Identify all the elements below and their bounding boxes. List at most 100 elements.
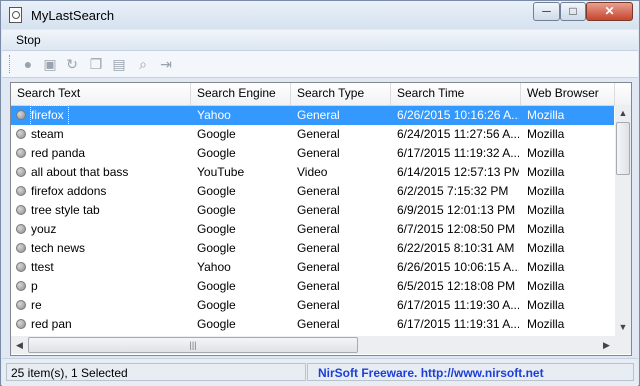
cell-search-engine: Google bbox=[197, 127, 236, 141]
cell-search-time: 6/22/2015 8:10:31 AM bbox=[397, 241, 515, 255]
status-item-count: 25 item(s), 1 Selected bbox=[6, 363, 306, 381]
menu-stop[interactable]: Stop bbox=[16, 33, 41, 47]
exit-icon[interactable]: ⇥ bbox=[158, 56, 174, 72]
close-button[interactable]: ✕ bbox=[586, 2, 633, 21]
cell-search-text: re bbox=[31, 298, 42, 312]
column-web-browser[interactable]: Web Browser bbox=[521, 83, 615, 105]
cell-search-type: General bbox=[297, 317, 340, 331]
horizontal-scroll-thumb[interactable]: ||| bbox=[28, 337, 358, 353]
table-row[interactable]: re Google General 6/17/2015 11:19:30 A... Mo… bbox=[11, 296, 614, 315]
save-icon[interactable]: ▣ bbox=[42, 56, 58, 72]
cell-search-engine: Google bbox=[197, 203, 236, 217]
table-row[interactable]: firefox Yahoo General 6/26/2015 10:16:26 A.… bbox=[11, 105, 614, 126]
table-row[interactable]: red panda Google General 6/17/2015 11:19:32… bbox=[11, 144, 614, 163]
cell-search-time: 6/26/2015 10:06:15 A... bbox=[397, 260, 519, 274]
table-row[interactable]: tree style tab Google General 6/9/2015 12:0… bbox=[11, 201, 614, 220]
cell-search-engine: Google bbox=[197, 241, 236, 255]
table-row[interactable]: all about that bass YouTube Video 6/14/2015… bbox=[11, 163, 614, 182]
search-item-icon bbox=[16, 281, 26, 291]
cell-web-browser: Mozilla bbox=[527, 184, 565, 198]
cell-search-engine: Google bbox=[197, 184, 236, 198]
cell-search-type: General bbox=[297, 260, 340, 274]
cell-web-browser: Mozilla bbox=[527, 260, 565, 274]
maximize-button[interactable]: □ bbox=[560, 2, 586, 21]
cell-search-type: General bbox=[297, 241, 340, 255]
scroll-right-icon[interactable]: ▶ bbox=[598, 336, 615, 354]
cell-search-text: red panda bbox=[31, 146, 86, 160]
cell-search-engine: YouTube bbox=[197, 165, 245, 179]
window-title: MyLastSearch bbox=[31, 8, 115, 23]
scroll-down-icon[interactable]: ▼ bbox=[615, 319, 631, 336]
minimize-button[interactable]: ─ bbox=[533, 2, 560, 21]
cell-search-text: firefox bbox=[30, 105, 69, 126]
cell-search-type: Video bbox=[297, 165, 328, 179]
column-search-time[interactable]: Search Time bbox=[391, 83, 521, 105]
search-item-icon bbox=[16, 186, 26, 196]
table-row[interactable]: red pan Google General 6/17/2015 11:19:31 A… bbox=[11, 315, 614, 334]
nirsoft-link[interactable]: NirSoft Freeware. http://www.nirsoft.net bbox=[307, 363, 634, 381]
cell-web-browser: Mozilla bbox=[527, 165, 565, 179]
cell-search-type: General bbox=[297, 279, 340, 293]
column-search-engine[interactable]: Search Engine bbox=[191, 83, 291, 105]
find-icon[interactable]: ⌕ bbox=[135, 56, 151, 72]
cell-search-engine: Yahoo bbox=[197, 260, 231, 274]
cell-web-browser: Mozilla bbox=[527, 108, 565, 122]
search-item-icon bbox=[16, 167, 26, 177]
vertical-scrollbar[interactable]: ▲ ▼ bbox=[615, 105, 631, 336]
column-search-text[interactable]: Search Text bbox=[11, 83, 191, 105]
menu-bar: Stop bbox=[2, 30, 638, 51]
cell-search-text: tech news bbox=[31, 241, 86, 255]
horizontal-scrollbar[interactable]: ◀ ||| ▶ bbox=[11, 336, 615, 354]
cell-search-text: youz bbox=[31, 222, 57, 236]
search-item-icon bbox=[16, 300, 26, 310]
search-item-icon bbox=[16, 148, 26, 158]
cell-search-text: p bbox=[31, 279, 38, 293]
search-item-icon bbox=[16, 205, 26, 215]
search-item-icon bbox=[16, 224, 26, 234]
cell-search-time: 6/17/2015 11:19:31 A... bbox=[397, 317, 519, 331]
cell-web-browser: Mozilla bbox=[527, 279, 565, 293]
table-row[interactable]: p Google General 6/5/2015 12:18:08 PM Mozill… bbox=[11, 277, 614, 296]
scroll-up-icon[interactable]: ▲ bbox=[615, 105, 631, 122]
cell-search-text: steam bbox=[31, 127, 64, 141]
toolbar-grip[interactable] bbox=[9, 55, 12, 73]
status-bar: 25 item(s), 1 Selected NirSoft Freeware.… bbox=[2, 358, 638, 386]
app-icon bbox=[9, 7, 22, 23]
cell-web-browser: Mozilla bbox=[527, 241, 565, 255]
cell-web-browser: Mozilla bbox=[527, 127, 565, 141]
table-row[interactable]: ttest Yahoo General 6/26/2015 10:06:15 A...… bbox=[11, 258, 614, 277]
refresh-icon[interactable]: ↻ bbox=[64, 56, 80, 72]
cell-search-type: General bbox=[297, 127, 340, 141]
app-window: MyLastSearch ─ □ ✕ Stop ● ▣ ↻ ❐ ▤ ⌕ ⇥ Se… bbox=[0, 0, 640, 386]
cell-web-browser: Mozilla bbox=[527, 222, 565, 236]
cell-search-engine: Google bbox=[197, 146, 236, 160]
search-list[interactable]: Search Text Search Engine Search Type Se… bbox=[10, 82, 632, 356]
scroll-left-icon[interactable]: ◀ bbox=[11, 336, 28, 354]
cell-search-text: red pan bbox=[31, 317, 72, 331]
vertical-scroll-thumb[interactable] bbox=[616, 122, 630, 175]
cell-search-type: General bbox=[297, 222, 340, 236]
table-row[interactable]: youz Google General 6/7/2015 12:08:50 PM Moz… bbox=[11, 220, 614, 239]
table-row[interactable]: tech news Google General 6/22/2015 8:10:31 … bbox=[11, 239, 614, 258]
cell-search-type: General bbox=[297, 203, 340, 217]
title-bar[interactable]: MyLastSearch ─ □ ✕ bbox=[1, 1, 639, 29]
cell-search-time: 6/7/2015 12:08:50 PM bbox=[397, 222, 516, 236]
search-item-icon bbox=[16, 129, 26, 139]
cell-search-text: firefox addons bbox=[31, 184, 107, 198]
cell-search-text: all about that bass bbox=[31, 165, 129, 179]
search-item-icon bbox=[16, 319, 26, 329]
html-report-icon[interactable]: ▤ bbox=[111, 56, 127, 72]
cell-search-time: 6/26/2015 10:16:26 A... bbox=[397, 108, 519, 122]
cell-search-engine: Google bbox=[197, 279, 236, 293]
copy-icon[interactable]: ❐ bbox=[88, 56, 104, 72]
cell-search-type: General bbox=[297, 298, 340, 312]
toolbar: ● ▣ ↻ ❐ ▤ ⌕ ⇥ bbox=[2, 51, 638, 78]
cell-search-type: General bbox=[297, 184, 340, 198]
cell-search-text: ttest bbox=[31, 260, 54, 274]
table-row[interactable]: steam Google General 6/24/2015 11:27:56 A..… bbox=[11, 125, 614, 144]
cell-search-text: tree style tab bbox=[31, 203, 100, 217]
cell-search-engine: Google bbox=[197, 298, 236, 312]
column-search-type[interactable]: Search Type bbox=[291, 83, 391, 105]
stop-icon[interactable]: ● bbox=[20, 56, 36, 72]
table-row[interactable]: firefox addons Google General 6/2/2015 7:15… bbox=[11, 182, 614, 201]
